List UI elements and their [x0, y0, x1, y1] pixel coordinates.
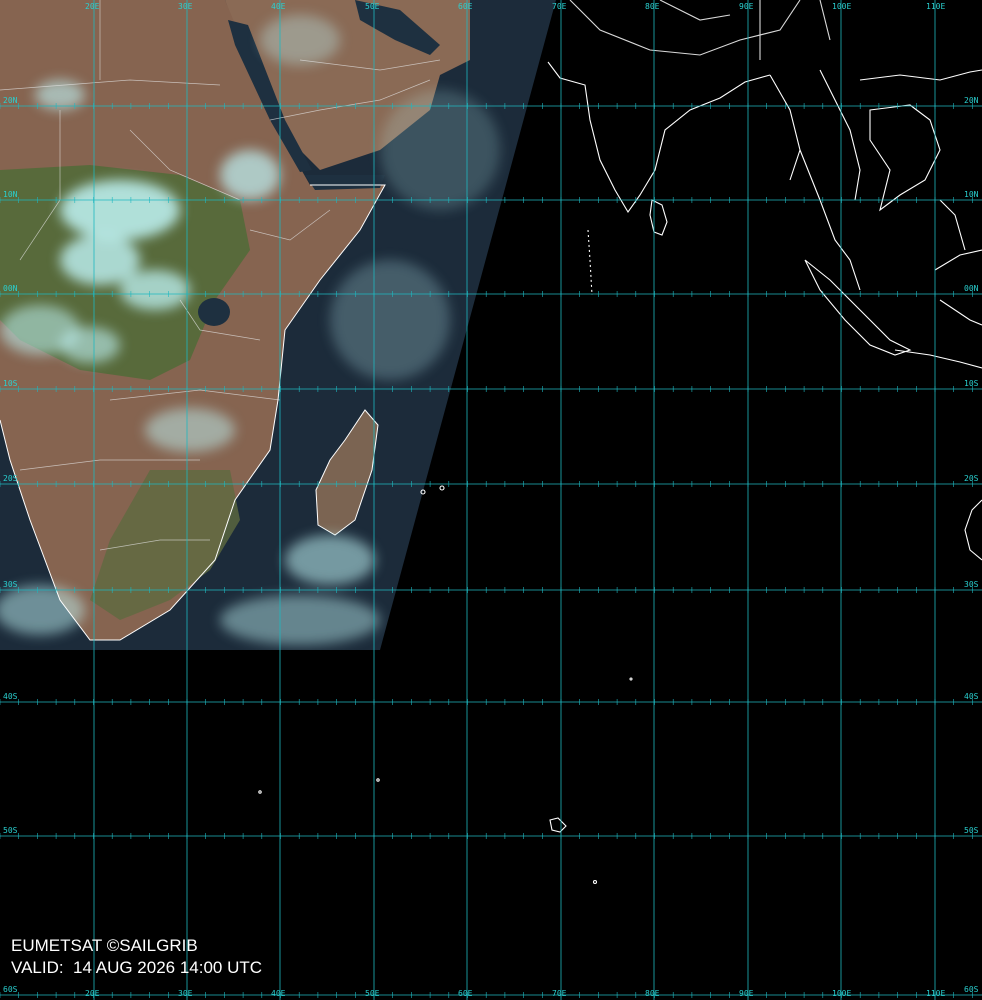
latitude-label-left: 20S	[3, 474, 18, 483]
longitude-label-top: 70E	[552, 2, 567, 11]
longitude-label-top: 50E	[365, 2, 380, 11]
valid-time-caption: VALID: 14 AUG 2026 14:00 UTC	[11, 958, 263, 977]
latitude-label-right: 40S	[964, 692, 979, 701]
longitude-label-bottom: 50E	[365, 989, 380, 998]
longitude-label-top: 40E	[271, 2, 286, 11]
gulf-of-aden	[305, 175, 385, 190]
latitude-label-left: 00N	[3, 284, 18, 293]
latitude-label-right: 20N	[964, 96, 979, 105]
satellite-map: 20E 20E 30E 30E 40E 40E 50E 50E 60E 60E 70E 70E 80E 8…	[0, 0, 982, 1000]
longitude-label-bottom: 20E	[85, 989, 100, 998]
longitude-label-bottom: 60E	[458, 989, 473, 998]
latitude-label-left: 10S	[3, 379, 18, 388]
longitude-label-bottom: 30E	[178, 989, 193, 998]
longitude-label-bottom: 40E	[271, 989, 286, 998]
longitude-label-top: 30E	[178, 2, 193, 11]
longitude-label-top: 80E	[645, 2, 660, 11]
latitude-label-right: 00N	[964, 284, 979, 293]
latitude-label-right: 10S	[964, 379, 979, 388]
copyright-caption: EUMETSAT ©SAILGRIB	[11, 936, 198, 955]
latitude-label-left: 30S	[3, 580, 18, 589]
latitude-label-left: 40S	[3, 692, 18, 701]
latitude-label-right: 60S	[964, 985, 979, 994]
latitude-label-left: 10N	[3, 190, 18, 199]
longitude-label-top: 20E	[85, 2, 100, 11]
longitude-label-bottom: 70E	[552, 989, 567, 998]
latitude-label-left: 20N	[3, 96, 18, 105]
longitude-label-bottom: 80E	[645, 989, 660, 998]
latitude-label-left: 60S	[3, 985, 18, 994]
longitude-label-top: 60E	[458, 2, 473, 11]
longitude-label-bottom: 100E	[832, 989, 851, 998]
longitude-label-top: 110E	[926, 2, 945, 11]
latitude-label-right: 10N	[964, 190, 979, 199]
lake-victoria	[198, 298, 230, 326]
longitude-label-bottom: 90E	[739, 989, 754, 998]
longitude-label-top: 90E	[739, 2, 754, 11]
latitude-label-left: 50S	[3, 826, 18, 835]
longitude-label-top: 100E	[832, 2, 851, 11]
latitude-label-right: 30S	[964, 580, 979, 589]
longitude-label-bottom: 110E	[926, 989, 945, 998]
latitude-label-right: 50S	[964, 826, 979, 835]
latitude-label-right: 20S	[964, 474, 979, 483]
